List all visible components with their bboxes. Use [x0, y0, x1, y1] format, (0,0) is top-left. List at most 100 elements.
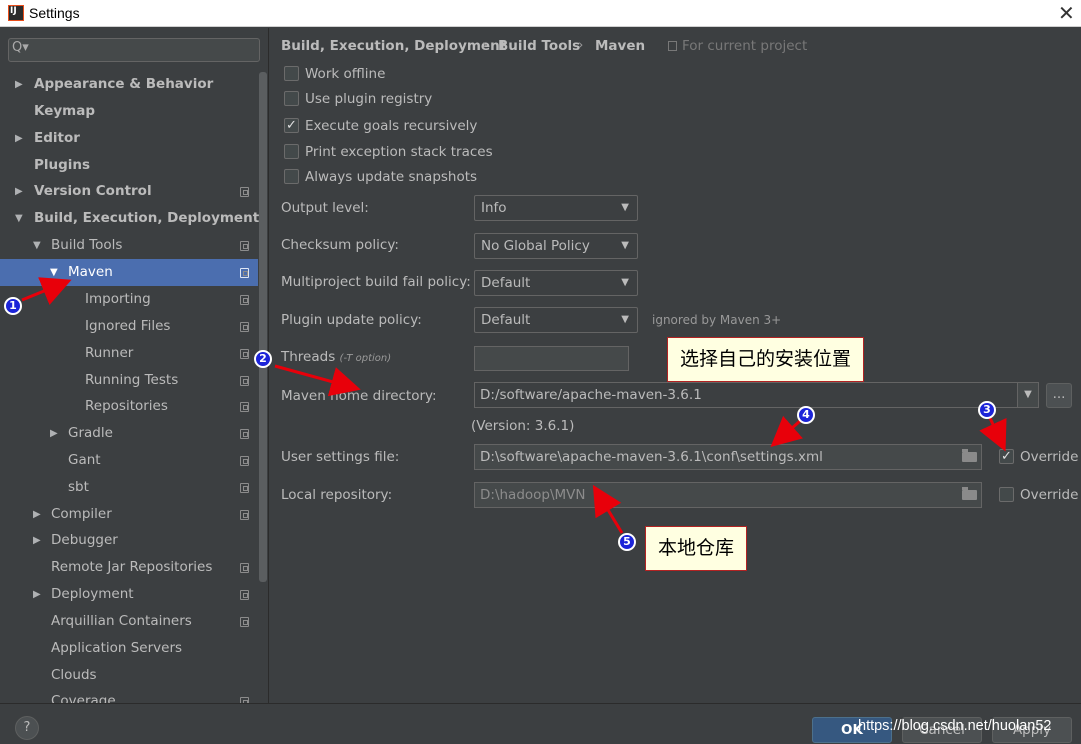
sidebar-item-plugins[interactable]: Plugins [0, 152, 258, 179]
breadcrumb-separator: › [482, 37, 488, 53]
marker-2: 2 [254, 350, 272, 368]
project-scope-icon [240, 376, 249, 386]
local-repository-input[interactable]: D:\hadoop\MVN [474, 482, 982, 508]
project-scope-icon [240, 295, 249, 305]
project-scope-icon [668, 41, 677, 51]
sidebar-item-ignored-files[interactable]: Ignored Files [0, 313, 258, 340]
maven-home-input[interactable]: D:/software/apache-maven-3.6.1 [474, 382, 1018, 408]
output-level-label: Output level: [281, 200, 369, 216]
sidebar-item-runner[interactable]: Runner [0, 340, 258, 367]
sidebar-item-application-servers[interactable]: Application Servers [0, 635, 258, 662]
sidebar-item-compiler[interactable]: ▶ Compiler [0, 501, 258, 528]
checkbox-box[interactable]: ✓ [999, 449, 1014, 464]
breadcrumb-separator: › [578, 37, 584, 53]
folder-icon[interactable] [962, 487, 977, 500]
sidebar-item-importing[interactable]: Importing [0, 286, 258, 313]
local-repository-label: Local repository: [281, 487, 393, 503]
checkbox-box[interactable] [284, 169, 299, 184]
checksum-policy-select[interactable]: No Global Policy ▼ [474, 233, 638, 259]
sidebar-item-gant[interactable]: Gant [0, 447, 258, 474]
project-scope-icon [240, 483, 249, 493]
project-scope-icon [240, 510, 249, 520]
sidebar-item-debugger[interactable]: ▶ Debugger [0, 527, 258, 554]
scope-label: For current project [668, 38, 807, 54]
sidebar-scrollbar[interactable] [259, 72, 267, 582]
sidebar-item-coverage[interactable]: Coverage [0, 688, 258, 703]
user-settings-label: User settings file: [281, 449, 400, 465]
expand-arrow-icon[interactable]: ▶ [15, 178, 23, 205]
intellij-app-icon [8, 5, 24, 21]
marker-4: 4 [797, 406, 815, 424]
close-icon[interactable]: ✕ [1058, 1, 1075, 25]
sidebar-item-remote-jar-repositories[interactable]: Remote Jar Repositories [0, 554, 258, 581]
project-scope-icon [240, 563, 249, 573]
project-scope-icon [240, 322, 249, 332]
project-scope-icon [240, 187, 249, 197]
settings-sidebar: Q▾ ▶ Appearance & Behavior Keymap ▶ Edit… [0, 28, 269, 703]
sidebar-item-keymap[interactable]: Keymap [0, 98, 258, 125]
window-title: Settings [29, 5, 80, 21]
checkbox-box[interactable] [284, 66, 299, 81]
breadcrumb-build-tools: Build Tools [498, 38, 581, 54]
checkbox-box[interactable] [284, 91, 299, 106]
sidebar-item-sbt[interactable]: sbt [0, 474, 258, 501]
plugin-update-policy-label: Plugin update policy: [281, 312, 422, 328]
sidebar-item-arquillian-containers[interactable]: Arquillian Containers [0, 608, 258, 635]
checkbox-box[interactable]: ✓ [284, 118, 299, 133]
callout-local-repository: 本地仓库 [645, 526, 748, 571]
breadcrumb-maven: Maven [595, 38, 646, 54]
project-scope-icon [240, 590, 249, 600]
sidebar-item-version-control[interactable]: ▶ Version Control [0, 178, 258, 205]
collapse-arrow-icon[interactable]: ▼ [33, 232, 41, 259]
help-button[interactable]: ? [15, 716, 39, 740]
dialog-footer: ? OK Cancel Apply https://blog.csdn.net/… [0, 703, 1081, 744]
callout-install-location: 选择自己的安装位置 [667, 337, 865, 382]
plugin-update-policy-select[interactable]: Default ▼ [474, 307, 638, 333]
plugin-update-hint: ignored by Maven 3+ [652, 313, 782, 327]
sidebar-item-build-tools[interactable]: ▼ Build Tools [0, 232, 258, 259]
maven-home-label: Maven home directory: [281, 388, 437, 404]
sidebar-item-maven[interactable]: ▼ Maven [0, 259, 258, 286]
marker-5: 5 [618, 533, 636, 551]
collapse-arrow-icon[interactable]: ▼ [50, 259, 58, 286]
breadcrumb-build-execution-deployment: Build, Execution, Deployment [281, 38, 507, 54]
sidebar-item-clouds[interactable]: Clouds [0, 662, 258, 689]
project-scope-icon [240, 456, 249, 466]
sidebar-item-repositories[interactable]: Repositories [0, 393, 258, 420]
output-level-select[interactable]: Info ▼ [474, 195, 638, 221]
browse-button[interactable]: ... [1046, 383, 1072, 408]
project-scope-icon [240, 268, 249, 278]
threads-label: Threads (-T option) [281, 349, 392, 365]
chevron-down-icon: ▼ [621, 240, 629, 251]
expand-arrow-icon[interactable]: ▶ [15, 71, 23, 98]
maven-home-dropdown-button[interactable]: ▼ [1017, 382, 1039, 408]
expand-arrow-icon[interactable]: ▶ [33, 527, 41, 554]
settings-search-input[interactable]: Q▾ [8, 38, 260, 62]
sidebar-item-editor[interactable]: ▶ Editor [0, 125, 258, 152]
checkmark-icon: ✓ [286, 118, 297, 133]
sidebar-item-gradle[interactable]: ▶ Gradle [0, 420, 258, 447]
sidebar-item-build-execution-deployment[interactable]: ▼ Build, Execution, Deployment [0, 205, 259, 232]
sidebar-item-appearance-behavior[interactable]: ▶ Appearance & Behavior [0, 71, 258, 98]
expand-arrow-icon[interactable]: ▶ [15, 125, 23, 152]
sidebar-item-deployment[interactable]: ▶ Deployment [0, 581, 258, 608]
project-scope-icon [240, 349, 249, 359]
chevron-down-icon: ▼ [621, 202, 629, 213]
checkbox-box[interactable] [999, 487, 1014, 502]
window-title-bar: Settings ✕ [0, 0, 1081, 27]
search-icon: Q▾ [12, 40, 29, 55]
sidebar-item-running-tests[interactable]: Running Tests [0, 367, 258, 394]
threads-input[interactable] [474, 346, 629, 371]
checkbox-box[interactable] [284, 144, 299, 159]
user-settings-input[interactable]: D:\software\apache-maven-3.6.1\conf\sett… [474, 444, 982, 470]
multiproject-fail-policy-select[interactable]: Default ▼ [474, 270, 638, 296]
expand-arrow-icon[interactable]: ▶ [50, 420, 58, 447]
chevron-down-icon: ▼ [621, 314, 629, 325]
expand-arrow-icon[interactable]: ▶ [33, 581, 41, 608]
project-scope-icon [240, 617, 249, 627]
collapse-arrow-icon[interactable]: ▼ [15, 205, 23, 232]
source-watermark: https://blog.csdn.net/huolan52 [858, 718, 1052, 734]
folder-icon[interactable] [962, 449, 977, 462]
checkmark-icon: ✓ [1001, 449, 1012, 464]
expand-arrow-icon[interactable]: ▶ [33, 501, 41, 528]
